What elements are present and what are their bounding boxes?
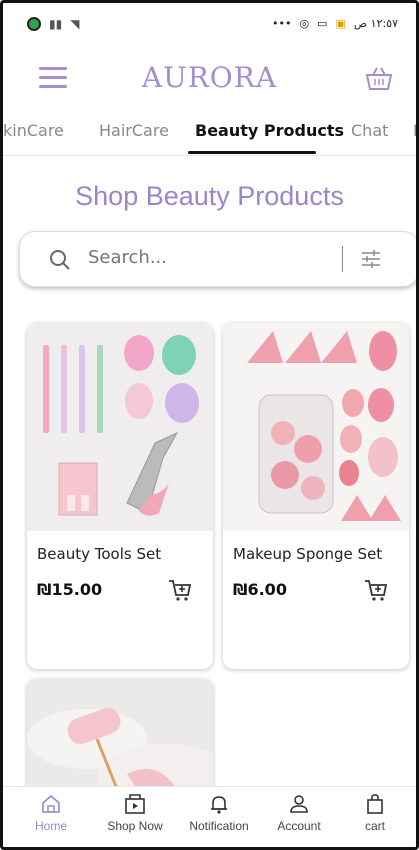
product-image: [27, 323, 213, 531]
nav-shop-now-label: Shop Now: [107, 819, 163, 833]
search-divider: [342, 246, 343, 272]
category-tabs: kinCare HairCare Beauty Products Chat F: [3, 115, 416, 156]
bottom-navigation: Home Shop Now Notification Account cart: [3, 786, 416, 847]
product-card[interactable]: Makeup Sponge Set ₪6.00: [223, 323, 409, 669]
add-to-cart-icon[interactable]: [167, 577, 193, 603]
nav-cart-label: cart: [364, 819, 385, 833]
status-dots: •••: [271, 17, 292, 30]
app-frame: ▮▮ ◥ ••• ◎ ▭ ▣ ١٢:٥٧ ص AURORA kinCare Ha…: [0, 0, 419, 850]
nav-notification-label: Notification: [189, 819, 249, 833]
product-name: Beauty Tools Set: [37, 545, 162, 563]
product-name: Makeup Sponge Set: [233, 545, 383, 563]
nav-home-label: Home: [34, 819, 67, 833]
nav-account[interactable]: Account: [259, 793, 339, 833]
page-title: Shop Beauty Products: [75, 181, 344, 211]
shop-now-icon: [125, 794, 145, 814]
product-price: ₪6.00: [233, 580, 287, 599]
search-icon[interactable]: [48, 248, 72, 272]
tab-haircare[interactable]: HairCare: [99, 121, 169, 140]
notification-app-icon: ▣: [335, 17, 346, 30]
nav-cart[interactable]: cart: [335, 793, 415, 833]
account-icon: [290, 795, 308, 813]
search-bar: [19, 231, 416, 287]
status-time: ١٢:٥٧ ص: [353, 17, 398, 30]
nav-account-label: Account: [277, 819, 321, 833]
threads-icon: ◎: [299, 17, 310, 30]
tab-beauty-products[interactable]: Beauty Products: [195, 121, 344, 140]
nav-shop-now[interactable]: Shop Now: [95, 793, 175, 833]
tab-skincare[interactable]: kinCare: [3, 121, 64, 140]
add-to-cart-icon[interactable]: [363, 577, 389, 603]
signal-icon: ▮▮: [49, 17, 63, 31]
app-status-icon: [27, 17, 41, 31]
brand-logo: AURORA: [141, 61, 278, 94]
search-input[interactable]: [86, 246, 330, 269]
bag-icon: [367, 794, 383, 814]
product-price: ₪15.00: [37, 580, 103, 599]
basket-icon[interactable]: [364, 65, 394, 91]
active-tab-indicator: [188, 151, 316, 154]
tab-chat[interactable]: Chat: [351, 121, 388, 140]
video-icon: ▭: [317, 17, 328, 30]
wifi-icon: ◥: [70, 17, 80, 31]
tab-more[interactable]: F: [413, 121, 416, 140]
nav-notification[interactable]: Notification: [179, 793, 259, 833]
product-image: [223, 323, 409, 531]
product-card[interactable]: Beauty Tools Set ₪15.00: [27, 323, 213, 669]
bell-icon: [211, 796, 227, 814]
filter-icon[interactable]: [360, 248, 382, 270]
home-icon: [42, 794, 60, 813]
nav-home[interactable]: Home: [11, 793, 91, 833]
status-bar: ▮▮ ◥ ••• ◎ ▭ ▣ ١٢:٥٧ ص: [3, 11, 416, 39]
app-header: AURORA: [3, 55, 416, 103]
